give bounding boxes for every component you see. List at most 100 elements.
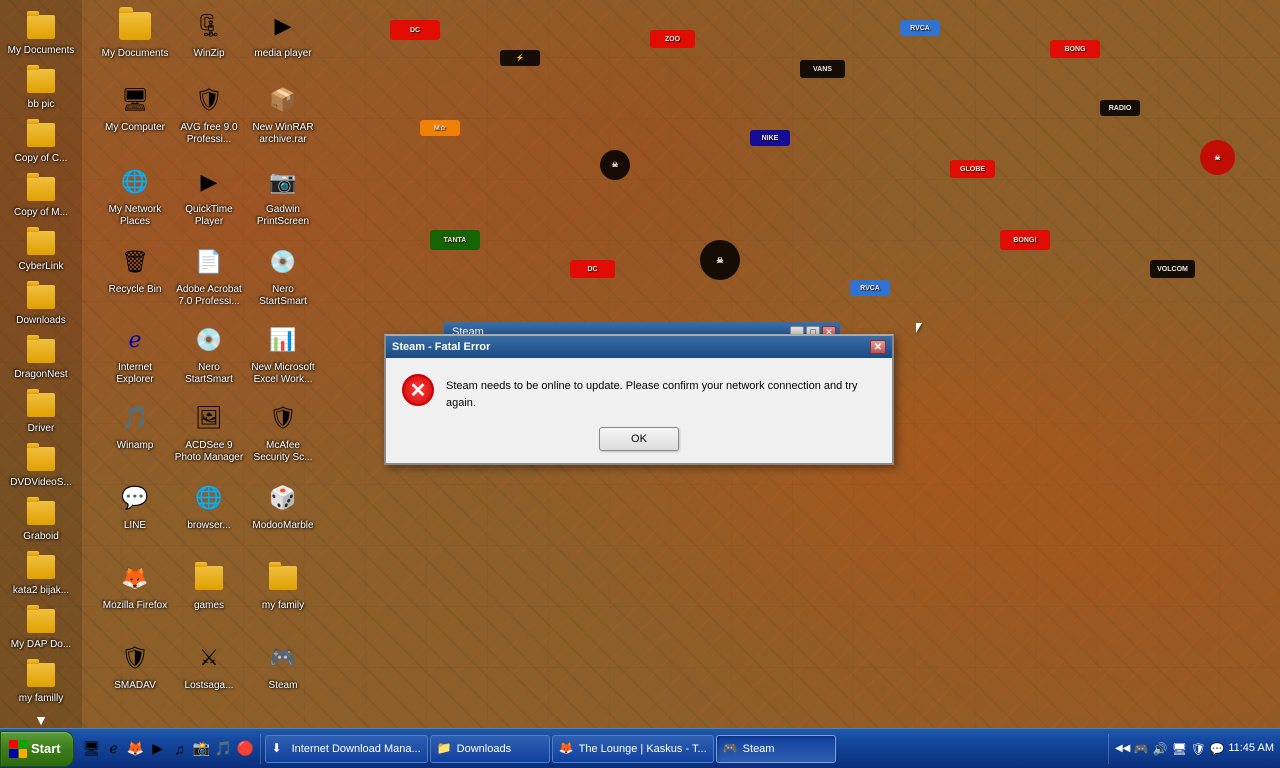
desktop-icon-winzip[interactable]: 🗜 WinZip (174, 8, 244, 60)
desktop: DC ⚡ ZOO VANS RVCA BONG M☆ ☠ NIKE GLOBE … (0, 0, 1280, 728)
taskbar-item-label: The Lounge | Kaskus - T... (579, 743, 707, 755)
icon-label: Mozilla Firefox (103, 600, 167, 612)
desktop-icon-modoo[interactable]: 🎲 ModooMarble (248, 480, 318, 532)
tray-steam-icon[interactable]: 🎮 (1133, 741, 1149, 757)
desktop-icon-quicktime[interactable]: ▶ QuickTime Player (174, 164, 244, 228)
desktop-icon-my-documents[interactable]: My Documents (100, 8, 170, 60)
sidebar-item-bb-pic[interactable]: bb pic (4, 62, 78, 114)
desktop-icon-smadav[interactable]: 🛡 SMADAV (100, 640, 170, 692)
dialog-message: Steam needs to be online to update. Plea… (446, 374, 876, 411)
sidebar-item-graboid[interactable]: Graboid (4, 494, 78, 546)
tray-message-icon[interactable]: 💬 (1209, 741, 1225, 757)
sticker-brand10: ☠ (700, 240, 740, 280)
quicklaunch-extra2[interactable]: 🎵 (214, 739, 234, 759)
sidebar-item-label: Driver (28, 423, 55, 435)
quicktime-icon: ▶ (191, 164, 227, 200)
desktop-icon-browser[interactable]: 🌐 browser... (174, 480, 244, 532)
desktop-icon-acdsee[interactable]: 🖼 ACDSee 9 Photo Manager (174, 400, 244, 464)
desktop-icon-media-player[interactable]: ▶ media player (248, 8, 318, 60)
desktop-icon-ie[interactable]: ℯ Internet Explorer (100, 322, 170, 386)
desktop-icon-my-computer[interactable]: 🖥 My Computer (100, 82, 170, 134)
start-button[interactable]: Start (0, 731, 74, 767)
icon-label: McAfee Security Sc... (248, 440, 318, 464)
desktop-icon-avg[interactable]: 🛡 AVG free 9.0 Professi... (174, 82, 244, 146)
quicklaunch-show-desktop[interactable]: 🖥 (82, 739, 102, 759)
icon-label: ACDSee 9 Photo Manager (174, 440, 244, 464)
sticker-brand13: VOLCOM (1150, 260, 1195, 278)
folder-icon (25, 173, 57, 205)
desktop-icon-gadwin[interactable]: 📷 Gadwin PrintScreen (248, 164, 318, 228)
desktop-icon-nero[interactable]: 💿 Nero StartSmart (248, 244, 318, 308)
taskbar-item-steam[interactable]: 🎮 Steam (716, 735, 836, 763)
desktop-icon-excel[interactable]: 📊 New Microsoft Excel Work... (248, 322, 318, 386)
sidebar-item-downloads[interactable]: Downloads (4, 278, 78, 330)
tray-security-icon[interactable]: 🛡 (1190, 741, 1206, 757)
dialog-buttons-area: OK (386, 423, 892, 463)
quicklaunch-firefox[interactable]: 🦊 (126, 739, 146, 759)
desktop-icon-steam[interactable]: 🎮 Steam (248, 640, 318, 692)
desktop-icon-games[interactable]: games (174, 560, 244, 612)
sticker-brand1: ZOO (650, 30, 695, 48)
sidebar-item-dragonnest[interactable]: DragonNest (4, 332, 78, 384)
tray-expand-button[interactable]: ◀◀ (1115, 743, 1130, 754)
taskbar-item-label: Steam (743, 743, 775, 755)
desktop-icon-winrar[interactable]: 📦 New WinRAR archive.rar (248, 82, 318, 146)
desktop-icon-lostsaga[interactable]: ⚔ Lostsaga... (174, 640, 244, 692)
icon-label: My Documents (102, 48, 169, 60)
sidebar-item-label: DragonNest (14, 369, 67, 381)
taskbar-item-downloads[interactable]: 📁 Downloads (430, 735, 550, 763)
sidebar-item-label: DVDVideoS... (10, 477, 72, 489)
desktop-icon-nero2[interactable]: 💿 Nero StartSmart (174, 322, 244, 386)
quicklaunch-media-player[interactable]: ▶ (148, 739, 168, 759)
desktop-icon-recycle-bin[interactable]: 🗑 Recycle Bin (100, 244, 170, 296)
desktop-icon-firefox[interactable]: 🦊 Mozilla Firefox (100, 560, 170, 612)
icon-label: LINE (124, 520, 146, 532)
quicklaunch-winamp[interactable]: ♫ (170, 739, 190, 759)
quicklaunch-extra3[interactable]: 🔴 (236, 739, 256, 759)
folder-icon (25, 335, 57, 367)
dialog-close-button[interactable]: ✕ (870, 340, 886, 354)
desktop-icon-network[interactable]: 🌐 My Network Places (100, 164, 170, 228)
taskbar-item-idm[interactable]: ⬇ Internet Download Mana... (265, 735, 428, 763)
icon-label: My Network Places (100, 204, 170, 228)
folder-icon (25, 281, 57, 313)
sidebar-item-dvdvideos[interactable]: DVDVideoS... (4, 440, 78, 492)
sidebar-item-cyberlink[interactable]: CyberLink (4, 224, 78, 276)
icon-label: QuickTime Player (174, 204, 244, 228)
quick-launch-bar: 🖥 ℯ 🦊 ▶ ♫ 📸 🎵 🔴 (78, 734, 261, 764)
sidebar-item-driver[interactable]: Driver (4, 386, 78, 438)
quicklaunch-ie[interactable]: ℯ (104, 739, 124, 759)
desktop-icon-myfamily[interactable]: my family (248, 560, 318, 612)
quicklaunch-extra1[interactable]: 📸 (192, 739, 212, 759)
sticker-brand11: RVCA (850, 280, 890, 296)
system-tray: ◀◀ 🎮 🔊 🖥 🛡 💬 11:45 AM (1108, 734, 1280, 764)
sidebar-item-kata2[interactable]: kata2 bijak... (4, 548, 78, 600)
sidebar-item-my-documents[interactable]: My Documents (4, 8, 78, 60)
sidebar-item-my-familly[interactable]: my familly (4, 656, 78, 708)
desktop-icon-mcafee[interactable]: 🛡 McAfee Security Sc... (248, 400, 318, 464)
sidebar-item-copy-c[interactable]: Copy of C... (4, 116, 78, 168)
sidebar-item-my-dap[interactable]: My DAP Do... (4, 602, 78, 654)
tray-network-icon[interactable]: 🖥 (1171, 741, 1187, 757)
sidebar-item-copy-m[interactable]: Copy of M... (4, 170, 78, 222)
adobe-icon: 📄 (191, 244, 227, 280)
taskbar-item-lounge[interactable]: 🦊 The Lounge | Kaskus - T... (552, 735, 714, 763)
taskbar-items: ⬇ Internet Download Mana... 📁 Downloads … (261, 735, 1108, 763)
sidebar-item-label: my familly (19, 693, 63, 705)
sticker-skull: ☠ (600, 150, 630, 180)
sticker-dc: DC (390, 20, 440, 40)
games-icon (191, 560, 227, 596)
desktop-icon-winamp[interactable]: 🎵 Winamp (100, 400, 170, 452)
line-icon: 💬 (117, 480, 153, 516)
firefox-icon: 🦊 (117, 560, 153, 596)
desktop-icon-adobe[interactable]: 📄 Adobe Acrobat 7.0 Professi... (174, 244, 244, 308)
icon-label: New WinRAR archive.rar (248, 122, 318, 146)
sidebar-scroll-arrow[interactable]: ▼ (32, 710, 50, 728)
tray-speaker-icon[interactable]: 🔊 (1152, 741, 1168, 757)
ok-button[interactable]: OK (599, 427, 679, 451)
sticker-brand12: BONG! (1000, 230, 1050, 250)
sidebar-item-label: Copy of M... (14, 207, 68, 219)
desktop-icon-line[interactable]: 💬 LINE (100, 480, 170, 532)
gadwin-icon: 📷 (265, 164, 301, 200)
icon-label: my family (262, 600, 304, 612)
